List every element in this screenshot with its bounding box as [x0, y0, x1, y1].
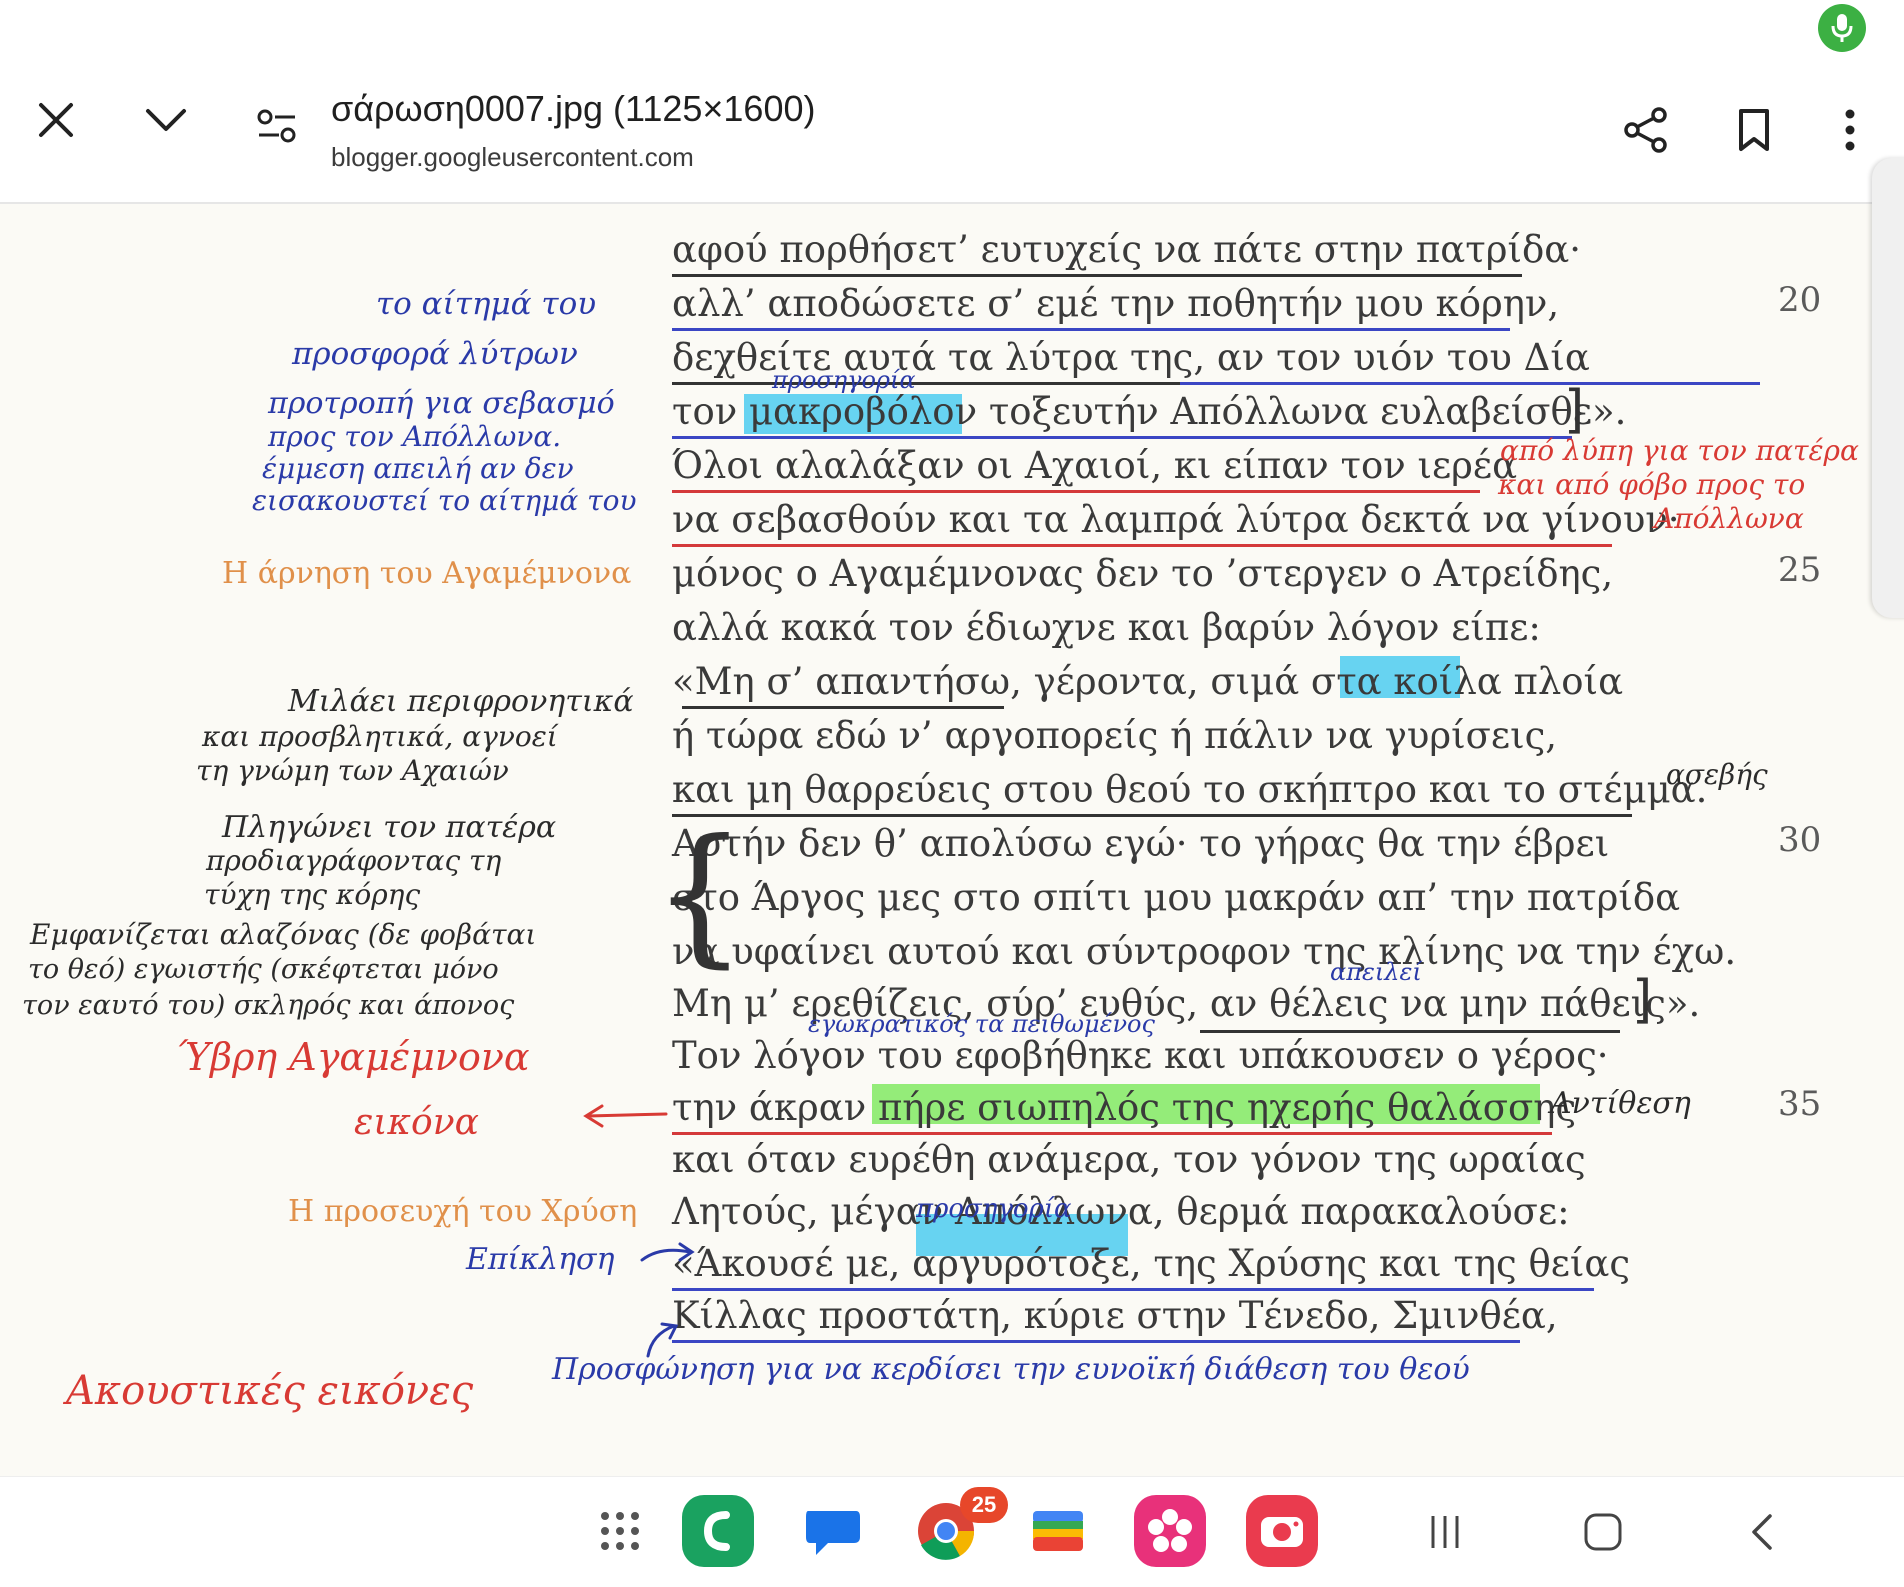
- annotation: Πληγώνει τον πατέρα: [222, 810, 557, 845]
- annotation: εικόνα: [354, 1102, 479, 1143]
- annotation: τη γνώμη των Αχαιών: [196, 754, 509, 787]
- annotation: εγωκρατικός τα πειθωμένος: [808, 1010, 1155, 1038]
- annotation: Επίκληση: [466, 1242, 615, 1277]
- poem-line: να υφαίνει αυτού και σύντροφον της κλίνη…: [672, 930, 1737, 973]
- underline: [672, 382, 1192, 385]
- poem-line: και όταν ευρέθη ανάμερα, τον γόνον της ω…: [672, 1138, 1586, 1181]
- chevron-down-icon[interactable]: [140, 98, 192, 142]
- blue-arrow-icon: [646, 1322, 679, 1358]
- annotation: έμμεση απειλή αν δεν: [262, 452, 574, 485]
- poem-line: να σεβασθούν και τα λαμπρά λύτρα δεκτά ν…: [672, 498, 1680, 541]
- underline: [1200, 1030, 1620, 1033]
- site-settings-icon[interactable]: [252, 104, 302, 148]
- poem-line: μόνος ο Αγαμέμνονας δεν το ’στεργεν ο Ατ…: [672, 552, 1614, 595]
- poem-line: στο Άργος μες στο σπίτι μου μακράν απ’ τ…: [672, 876, 1681, 919]
- recent-apps-icon[interactable]: [1420, 1507, 1470, 1557]
- back-icon[interactable]: [1736, 1507, 1786, 1557]
- line-number: 35: [1778, 1084, 1822, 1124]
- annotation: τον εαυτό του) σκληρός και άπονος: [22, 990, 515, 1021]
- more-options-icon[interactable]: [1830, 102, 1870, 158]
- poem-line: την άκραν πήρε σιωπηλός της ηχερής θαλάσ…: [672, 1086, 1577, 1129]
- page-title: σάρωση0007.jpg (1125×1600): [331, 88, 816, 129]
- poem-line: «Μη σ’ απαντήσω, γέροντα, σιμά στα κοίλα…: [672, 660, 1624, 703]
- poem-line: Τον λόγον του εφοβήθηκε και υπάκουσεν ο …: [672, 1034, 1609, 1077]
- poem-line: αφού πορθήσετ’ ευτυχείς να πάτε στην πατ…: [672, 228, 1581, 271]
- annotation: προς τον Απόλλωνα.: [268, 420, 562, 453]
- poem-line: ή τώρα εδώ ν’ αργοπορείς ή πάλιν να γυρί…: [672, 714, 1558, 757]
- poem-line: τον μακροβόλον τοξευτήν Απόλλωνα ευλαβεί…: [672, 390, 1627, 433]
- share-icon[interactable]: [1618, 102, 1674, 158]
- microphone-icon[interactable]: [1818, 4, 1866, 52]
- annotation: προσφορά λύτρων: [292, 336, 578, 372]
- annotation: το αίτημά του: [376, 286, 597, 322]
- underline: [672, 544, 1612, 547]
- annotation: το θεό) εγωιστής (σκέφτεται μόνο: [28, 954, 499, 985]
- annotation: προτροπή για σεβασμό: [268, 386, 615, 421]
- messages-app-icon[interactable]: [796, 1495, 868, 1567]
- annotation: Ακουστικές εικόνες: [66, 1368, 474, 1414]
- poem-line: και μη θαρρεύεις στου θεού το σκήπτρο κα…: [672, 768, 1708, 811]
- bracket-right: ]: [1564, 380, 1585, 440]
- underline: [682, 706, 1004, 709]
- notification-badge: 25: [960, 1487, 1008, 1523]
- underline: [672, 814, 1632, 817]
- poem-line: Αυτήν δεν θ’ απολύσω εγώ· το γήρας θα τη…: [672, 822, 1610, 865]
- annotation: και από φόβο προς το: [1498, 468, 1806, 501]
- phone-app-icon[interactable]: [682, 1495, 754, 1567]
- poem-line: αλλά κακά τον έδιωχνε και βαρύν λόγον εί…: [672, 606, 1541, 649]
- annotation: Ύβρη Αγαμέμνονα: [176, 1035, 530, 1079]
- annotation: Εμφανίζεται αλαζόνας (δε φοβάται: [30, 918, 537, 951]
- wallet-app-icon[interactable]: [1022, 1495, 1094, 1567]
- scanned-page-image: αφού πορθήσετ’ ευτυχείς να πάτε στην πατ…: [0, 204, 1904, 1476]
- underline: [672, 1132, 1552, 1135]
- annotation: και προσβλητικά, αγνοεί: [202, 720, 558, 753]
- edge-panel-handle[interactable]: [1872, 158, 1904, 618]
- curly-brace: {: [652, 808, 748, 982]
- line-number: 20: [1778, 280, 1822, 320]
- poem-line: Λητούς, μέγαν Απόλλωνα, θερμά παρακαλούσ…: [672, 1190, 1570, 1233]
- annotation: από λύπη για τον πατέρα: [1500, 434, 1859, 467]
- underline: [672, 1340, 1520, 1343]
- red-arrow-icon: [583, 1104, 668, 1128]
- poem-line: Κίλλας προστάτη, κύριε στην Τένεδο, Σμιν…: [672, 1294, 1558, 1337]
- gallery-app-icon[interactable]: [1134, 1495, 1206, 1567]
- annotation: προσηγορία: [916, 1194, 1072, 1224]
- annotation: Μιλάει περιφρονητικά: [288, 684, 634, 719]
- app-drawer-icon[interactable]: [596, 1507, 644, 1555]
- annotation: Προσφώνηση για να κερδίσει την ευνοϊκή δ…: [552, 1352, 1470, 1387]
- underline: [672, 490, 1480, 493]
- bookmark-icon[interactable]: [1728, 102, 1780, 158]
- camera-app-icon[interactable]: [1246, 1495, 1318, 1567]
- blue-arrow-icon: [640, 1242, 695, 1262]
- underline: [672, 1288, 1594, 1291]
- underline: [1180, 382, 1760, 385]
- side-heading: Η προσευχή του Χρύση: [288, 1194, 638, 1229]
- underline: [672, 274, 1522, 277]
- annotation: Απόλλωνα: [1654, 502, 1804, 535]
- annotation: προδιαγράφοντας τη: [206, 844, 502, 877]
- poem-line: αλλ’ αποδώσετε σ’ εμέ την ποθητήν μου κό…: [672, 282, 1560, 325]
- bracket-right: ]: [1632, 970, 1653, 1030]
- taskbar: 25: [0, 1476, 1904, 1587]
- annotation: απειλεί: [1330, 958, 1422, 986]
- annotation: ασεβής: [1666, 758, 1768, 791]
- page-host: blogger.googleusercontent.com: [331, 142, 694, 172]
- poem-line: «Άκουσέ με, αργυρότοξε, της Χρύσης και τ…: [672, 1242, 1631, 1285]
- underline: [672, 328, 1510, 331]
- underline: [672, 436, 1572, 439]
- annotation: προσηγορία: [772, 366, 916, 394]
- line-number: 25: [1778, 550, 1822, 590]
- annotation: Αντίθεση: [1550, 1086, 1691, 1121]
- poem-line: Όλοι αλαλάξαν οι Αχαιοί, κι είπαν τον ιε…: [672, 444, 1518, 487]
- annotation: τύχη της κόρης: [204, 878, 421, 911]
- annotation: εισακουστεί το αίτημά του: [252, 484, 637, 517]
- side-heading: Η άρνηση του Αγαμέμνονα: [222, 556, 632, 591]
- line-number: 30: [1778, 820, 1822, 860]
- close-icon[interactable]: [30, 94, 82, 146]
- home-icon[interactable]: [1578, 1507, 1628, 1557]
